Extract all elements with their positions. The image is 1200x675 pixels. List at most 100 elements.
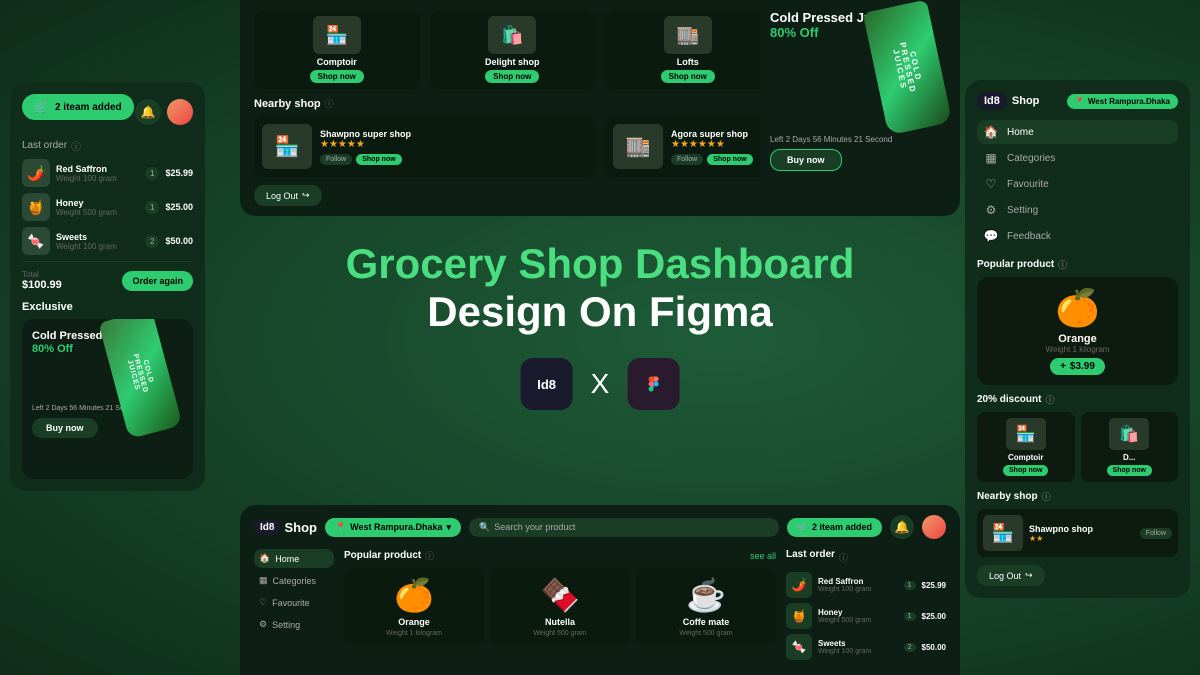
location-icon: 📍 (1075, 97, 1085, 106)
search-box[interactable]: 🔍 Search your product (469, 518, 779, 537)
follow-btn-shawpno[interactable]: Follow (320, 154, 352, 165)
discount-shops-row: 🏪 Comptoir Shop now 🛍️ D... Shop now (977, 412, 1178, 482)
bottom-nav-setting[interactable]: ⚙ Setting (254, 615, 334, 634)
id8-logo-right: Id8 (977, 92, 1007, 110)
order-img-sweets: 🍬 (22, 227, 50, 255)
shop-card-delight: 🛍️ Delight shop Shop now (430, 10, 596, 89)
logout-button-top[interactable]: Log Out ↪ (254, 185, 322, 206)
shop-now-agora[interactable]: Shop now (707, 154, 752, 165)
categories-icon: ▦ (983, 151, 999, 165)
juice-bottle: COLDPRESSEDJUICES (113, 319, 193, 444)
notification-bell[interactable]: 🔔 (135, 99, 161, 125)
divider (22, 261, 193, 262)
orange-emoji: 🍊 (1055, 287, 1100, 329)
categories-icon-bottom: ▦ (259, 575, 268, 586)
nav-setting[interactable]: ⚙ Setting (977, 198, 1178, 222)
products-info-icon: ⓘ (425, 549, 434, 562)
discount-shop-d: 🛍️ D... Shop now (1081, 412, 1179, 482)
product-card-nutella: 🍫 Nutella Weight 500 gram (490, 568, 630, 645)
logout-icon-right: ↪ (1025, 570, 1033, 581)
logout-button-right[interactable]: Log Out ↪ (977, 565, 1045, 586)
shop-btn-d[interactable]: Shop now (1107, 465, 1152, 476)
shop-thumb-comptoir: 🏪 (313, 16, 361, 54)
center-title: Grocery Shop Dashboard Design On Figma I… (346, 240, 855, 410)
products-header: Popular product ⓘ see all (344, 549, 776, 562)
total-row: Total $100.99 Order again (22, 270, 193, 291)
favourite-icon-bottom: ♡ (259, 597, 267, 608)
orange-product-card: 🍊 Orange Weight 1 kilogram + $3.99 (977, 277, 1178, 385)
discount-shop-comptoir: 🏪 Comptoir Shop now (977, 412, 1075, 482)
bottom-order-honey: 🍯 Honey Weight 500 gram 1 $25.00 (786, 603, 946, 629)
id8-logo-bottom: Id8 (254, 520, 280, 535)
product-card-orange: 🍊 Orange Weight 1 kilogram (344, 568, 484, 645)
products-grid: 🍊 Orange Weight 1 kilogram 🍫 Nutella Wei… (344, 568, 776, 645)
nearby-info-icon: ⓘ (325, 97, 334, 110)
user-avatar[interactable] (167, 99, 193, 125)
popular-label: Popular product ⓘ (977, 258, 1178, 271)
nearby-right-card: 🏪 Shawpno shop ★★ Follow (977, 509, 1178, 557)
buy-now-button[interactable]: Buy now (32, 418, 98, 438)
discount-info-icon: ⓘ (1045, 393, 1054, 406)
figma-logo (627, 358, 679, 410)
bottom-panel: Id8 Shop 📍 West Rampura.Dhaka ▾ 🔍 Search… (240, 505, 960, 675)
popular-info-icon: ⓘ (1058, 258, 1067, 271)
setting-icon: ⚙ (983, 203, 999, 217)
plus-icon: + (1060, 361, 1066, 372)
bottom-nav-categories[interactable]: ▦ Categories (254, 571, 334, 590)
nav-feedback[interactable]: 💬 Feedback (977, 224, 1178, 248)
avatar-bottom[interactable] (922, 515, 946, 539)
bottom-nav-home[interactable]: 🏠 Home (254, 549, 334, 568)
order-img-saffron: 🌶️ (22, 159, 50, 187)
shop-btn-comptoir[interactable]: Shop now (1003, 465, 1048, 476)
bottom-topbar: Id8 Shop 📍 West Rampura.Dhaka ▾ 🔍 Search… (254, 515, 946, 539)
location-icon-bottom: 📍 (335, 522, 346, 533)
shop-now-btn-lofts[interactable]: Shop now (661, 70, 715, 83)
home-icon: 🏠 (983, 125, 999, 139)
setting-icon-bottom: ⚙ (259, 619, 267, 630)
cart-pill[interactable]: 🛒 2 iteam added (787, 518, 882, 537)
see-all-link[interactable]: see all (750, 551, 776, 561)
bottom-sidebar: 🏠 Home ▦ Categories ♡ Favourite ⚙ Settin… (254, 549, 334, 665)
cart-bar[interactable]: 🛒 2 iteam added (22, 94, 134, 120)
shop-card-lofts: 🏬 Lofts Shop now (605, 10, 771, 89)
shop-card-comptoir: 🏪 Comptoir Shop now (254, 10, 420, 89)
cart-icon-bottom: 🛒 (797, 522, 808, 533)
shop-now-shawpno[interactable]: Shop now (356, 154, 401, 165)
chevron-down-icon: ▾ (447, 522, 452, 533)
follow-btn-agora[interactable]: Follow (671, 154, 703, 165)
shop-now-btn-comptoir[interactable]: Shop now (310, 70, 364, 83)
top-right-promo: Cold Pressed Juices 80% Off COLDPRESSEDJ… (760, 0, 960, 210)
nearby-thumb-shawpno: 🏪 (262, 124, 312, 169)
info-icon: ⓘ (71, 138, 81, 153)
notification-bell-bottom[interactable]: 🔔 (890, 515, 914, 539)
bottom-order-sweets: 🍬 Sweets Weight 100 gram 2 $50.00 (786, 634, 946, 660)
right-header: Id8 Shop 📍 West Rampura.Dhaka (977, 92, 1178, 110)
follow-btn-right[interactable]: Follow (1140, 528, 1172, 539)
bottom-order-saffron: 🌶️ Red Saffron Weight 100 gram 1 $25.99 (786, 572, 946, 598)
nearby-card-shawpno: 🏪 Shawpno super shop ★★★★★ Follow Shop n… (254, 116, 595, 177)
nav-home[interactable]: 🏠 Home (977, 120, 1178, 144)
order-item-sweets: 🍬 Sweets Weight 100 gram 2 $50.00 (22, 227, 193, 255)
shop-now-btn-delight[interactable]: Shop now (485, 70, 539, 83)
bottom-nav-favourite[interactable]: ♡ Favourite (254, 593, 334, 612)
order-list: 🌶️ Red Saffron Weight 100 gram 1 $25.99 … (22, 159, 193, 255)
location-pill-right[interactable]: 📍 West Rampura.Dhaka (1067, 94, 1178, 109)
orders-info-icon: ⓘ (839, 551, 848, 564)
add-to-cart-button[interactable]: + $3.99 (1050, 358, 1105, 375)
logout-icon: ↪ (302, 190, 310, 201)
exclusive-section: Exclusive Cold Pressed Juices 80% Off CO… (22, 301, 193, 479)
nav-categories[interactable]: ▦ Categories (977, 146, 1178, 170)
promo-buy-button[interactable]: Buy now (770, 149, 842, 171)
order-again-button[interactable]: Order again (122, 271, 193, 291)
search-icon: 🔍 (479, 522, 490, 533)
id8-logo: Id8 (521, 358, 573, 410)
feedback-icon: 💬 (983, 229, 999, 243)
discount-label: 20% discount ⓘ (977, 393, 1178, 406)
location-select[interactable]: 📍 West Rampura.Dhaka ▾ (325, 518, 461, 537)
product-card-coffee: ☕ Coffe mate Weight 500 gram (636, 568, 776, 645)
bottom-products: Popular product ⓘ see all 🍊 Orange Weigh… (344, 549, 776, 665)
big-bottle: COLDPRESSEDJUICES (875, 5, 955, 135)
exclusive-card: Cold Pressed Juices 80% Off COLDPRESSEDJ… (22, 319, 193, 479)
nav-favourite[interactable]: ♡ Favourite (977, 172, 1178, 196)
left-panel: 🛒 2 iteam added 🔔 Last order ⓘ 🌶️ Red Sa… (10, 82, 205, 491)
